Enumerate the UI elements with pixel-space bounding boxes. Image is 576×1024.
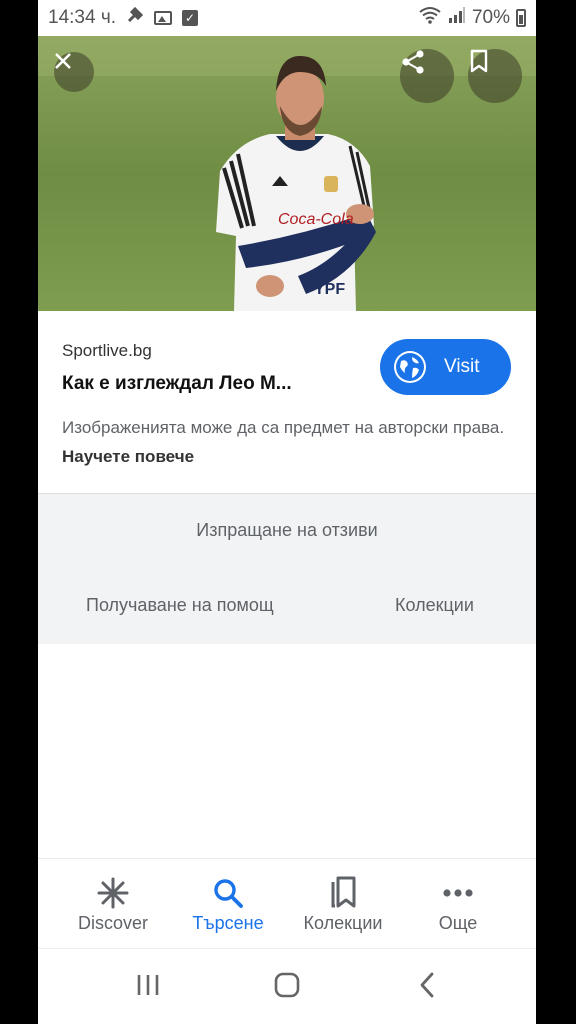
- share-button[interactable]: [400, 49, 454, 103]
- home-button[interactable]: [247, 949, 327, 1024]
- get-help-link[interactable]: Получаване на помощ: [86, 595, 274, 616]
- home-icon: [273, 971, 301, 1004]
- wifi-icon: [418, 6, 442, 30]
- visit-label: Visit: [444, 356, 480, 377]
- status-left: 14:34 ч. ✓: [48, 6, 199, 30]
- nav-search[interactable]: Търсене: [173, 859, 283, 949]
- checkbox-icon: ✓: [182, 10, 199, 26]
- back-icon: [417, 971, 437, 1004]
- learn-more-link[interactable]: Научете повече: [62, 447, 194, 466]
- back-button[interactable]: [387, 949, 467, 1024]
- jersey-sponsor-text: Coca-Cola: [278, 211, 354, 228]
- feedback-panel: Изпращане на отзиви Получаване на помощ …: [38, 493, 536, 644]
- app-screen: 14:34 ч. ✓ 70% Coca-Cola YPF Sportlive.b…: [38, 0, 536, 1024]
- result-info: Sportlive.bg Как е изглеждал Лео М... Vi…: [38, 311, 536, 493]
- player-photo: Coca-Cola YPF: [38, 36, 536, 311]
- source-site[interactable]: Sportlive.bg: [62, 341, 152, 361]
- visit-button[interactable]: Visit: [380, 339, 511, 395]
- collections-link[interactable]: Колекции: [395, 595, 474, 616]
- recents-button[interactable]: [108, 949, 188, 1024]
- nav-discover[interactable]: Discover: [58, 859, 168, 949]
- bottom-nav: Discover Търсене Колекции Още: [38, 858, 536, 949]
- status-bar: 14:34 ч. ✓ 70%: [38, 0, 536, 36]
- tool-icon: [126, 6, 144, 30]
- page-title[interactable]: Как е изглеждал Лео М...: [62, 373, 292, 395]
- jersey-sponsor-text-2: YPF: [314, 281, 345, 298]
- save-button[interactable]: [468, 49, 522, 103]
- asterisk-icon: [96, 876, 130, 910]
- nav-label-search: Търсене: [192, 913, 264, 933]
- nav-more[interactable]: Още: [403, 859, 513, 949]
- result-image[interactable]: Coca-Cola YPF: [38, 36, 536, 311]
- collections-icon: [327, 876, 359, 910]
- copyright-notice: Изображенията може да са предмет на авто…: [62, 413, 512, 471]
- battery-icon: [516, 9, 526, 27]
- recents-icon: [135, 973, 161, 1002]
- nav-label-discover: Discover: [77, 913, 148, 933]
- send-feedback-link[interactable]: Изпращане на отзиви: [38, 520, 536, 541]
- battery-percent: 70%: [471, 7, 510, 28]
- globe-icon: [394, 351, 426, 383]
- status-time: 14:34 ч.: [48, 7, 117, 28]
- image-icon: [154, 11, 173, 25]
- nav-label-more: Още: [438, 913, 478, 933]
- copyright-text: Изображенията може да са предмет на авто…: [62, 418, 505, 437]
- search-icon: [212, 876, 244, 910]
- nav-label-collections: Колекции: [303, 913, 383, 933]
- system-nav: [38, 948, 536, 1024]
- close-button[interactable]: [54, 52, 94, 92]
- status-right: 70%: [418, 6, 526, 30]
- signal-icon: [448, 6, 466, 30]
- nav-collections[interactable]: Колекции: [288, 859, 398, 949]
- more-icon: [442, 876, 474, 910]
